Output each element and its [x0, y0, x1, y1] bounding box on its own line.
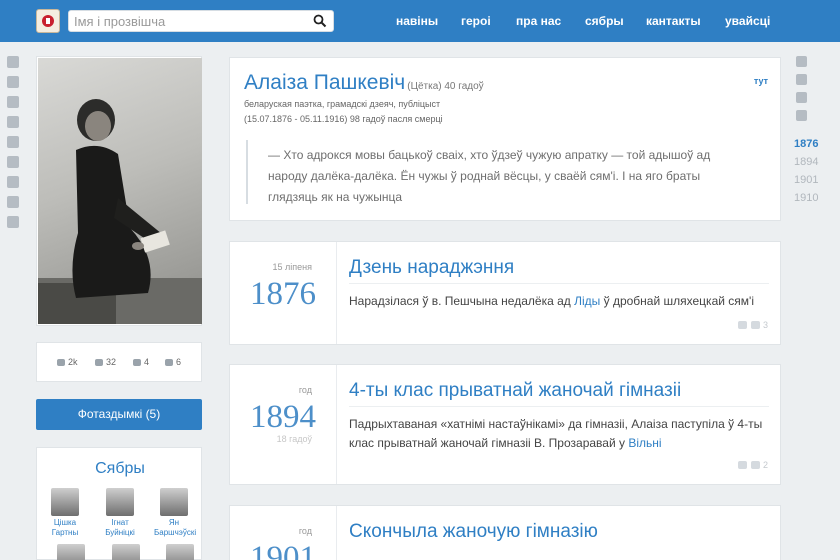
event-date: год	[298, 526, 312, 536]
microphone-icon[interactable]	[7, 56, 19, 68]
download-icon	[95, 359, 103, 366]
profile-name: Алаіза Пашкевіч	[244, 71, 406, 94]
search-box[interactable]	[68, 10, 334, 32]
event-age: 18 гадоў	[276, 434, 312, 444]
nav-news[interactable]: навіны	[396, 0, 438, 42]
comment-icon[interactable]	[7, 156, 19, 168]
friend-item[interactable]	[51, 544, 91, 560]
download-icon[interactable]	[7, 176, 19, 188]
divider	[349, 406, 769, 407]
eye-icon	[57, 359, 65, 366]
event-year: 1901	[250, 540, 316, 560]
avatar	[166, 544, 194, 560]
vk-icon[interactable]	[796, 110, 807, 121]
nav-about[interactable]: пра нас	[516, 0, 561, 42]
here-link[interactable]: тут	[754, 76, 768, 86]
event-text: Падрыхтаваная «хатнімі настаўнікамі» да …	[349, 417, 763, 450]
event-year: 1876	[250, 276, 316, 312]
event-title[interactable]: Скончыла жаночую гімназію	[349, 521, 598, 543]
event-date: год	[298, 385, 312, 395]
search-icon[interactable]	[313, 14, 327, 28]
avatar	[51, 488, 79, 516]
event-actions: 3	[734, 320, 768, 330]
friend-item[interactable]	[160, 544, 200, 560]
megaphone-icon[interactable]	[738, 461, 748, 469]
event-date: 15 ліпеня	[272, 262, 313, 272]
year-nav-item[interactable]: 1894	[794, 156, 818, 168]
megaphone-icon[interactable]	[738, 321, 748, 329]
portrait-card	[36, 56, 202, 326]
event-actions: 2	[734, 460, 768, 470]
event-year: 1894	[250, 399, 316, 435]
image-icon[interactable]	[7, 136, 19, 148]
twitter-icon[interactable]	[796, 92, 807, 103]
heart-icon[interactable]	[751, 461, 761, 469]
likes-stat: 6	[165, 357, 181, 367]
place-link[interactable]: Ліды	[574, 294, 600, 308]
nav-heroes[interactable]: героі	[461, 0, 491, 42]
info-icon[interactable]	[7, 76, 19, 88]
timeline-event: 15 ліпеня 1876 Дзень нараджэння Нарадзіл…	[229, 241, 781, 345]
heart-icon[interactable]	[7, 196, 19, 208]
avatar	[57, 544, 85, 560]
profile-dates: (15.07.1876 - 05.11.1916) 98 гадоў пасля…	[244, 114, 443, 124]
friend-item[interactable]: Ян Баршчэўскі	[154, 488, 196, 538]
location-icon[interactable]	[7, 96, 19, 108]
nav-login[interactable]: увайсці	[725, 0, 770, 42]
profile-quote: — Хто адрокся мовы бацькоў сваіх, хто ўд…	[246, 140, 746, 204]
event-title[interactable]: Дзень нараджэння	[349, 257, 514, 279]
profile-aux: (Цётка) 40 гадоў	[407, 81, 484, 92]
book-icon[interactable]	[7, 116, 19, 128]
nav-contacts[interactable]: кантакты	[646, 0, 701, 42]
heart-icon	[165, 359, 173, 366]
megaphone-icon[interactable]	[7, 216, 19, 228]
avatar	[160, 488, 188, 516]
timeline-event: год 1901 Скончыла жаночую гімназію	[229, 505, 781, 560]
nav-friends[interactable]: сябры	[585, 0, 624, 42]
event-text: Нарадзілася ў в. Пешчына недалёка ад Лід…	[349, 294, 754, 308]
friend-item[interactable]: Ігнат Буйніцкі	[100, 488, 140, 538]
divider	[349, 283, 769, 284]
profile-card: Алаіза Пашкевіч (Цётка) 40 гадоў тут бела…	[229, 57, 781, 221]
friend-item[interactable]	[106, 544, 146, 560]
stats-bar: 2k 32 4 6	[36, 342, 202, 382]
right-sidebar	[794, 56, 834, 128]
portrait-photo[interactable]	[38, 58, 202, 324]
photos-button[interactable]: Фотаздымкі (5)	[36, 399, 202, 430]
year-nav-item[interactable]: 1910	[794, 192, 818, 204]
friends-title: Сябры	[95, 460, 145, 477]
left-sidebar	[7, 56, 21, 236]
avatar	[112, 544, 140, 560]
event-title[interactable]: 4-ты клас прыватнай жаночай гімназіі	[349, 380, 681, 402]
avatar	[106, 488, 134, 516]
instagram-icon[interactable]	[796, 56, 807, 67]
friends-card: Сябры Цішка Гартны Ігнат Буйніцкі Ян Бар…	[36, 447, 202, 560]
views-stat: 2k	[57, 357, 78, 367]
search-input[interactable]	[74, 11, 306, 31]
profile-description: беларуская паэтка, грамадскі дзеяч, публ…	[244, 99, 441, 109]
place-link[interactable]: Вільні	[628, 436, 661, 450]
megaphone-icon	[133, 359, 141, 366]
shares-stat: 4	[133, 357, 149, 367]
top-bar: навіны героі пра нас сябры кантакты увай…	[0, 0, 840, 42]
heart-icon[interactable]	[751, 321, 761, 329]
facebook-icon[interactable]	[796, 74, 807, 85]
year-nav-item[interactable]: 1901	[794, 174, 818, 186]
timeline-event: год 1894 18 гадоў 4-ты клас прыватнай жа…	[229, 364, 781, 485]
downloads-stat: 32	[95, 357, 116, 367]
site-logo[interactable]	[36, 9, 60, 33]
friend-item[interactable]: Цішка Гартны	[45, 488, 85, 538]
year-nav-item[interactable]: 1876	[794, 138, 818, 150]
